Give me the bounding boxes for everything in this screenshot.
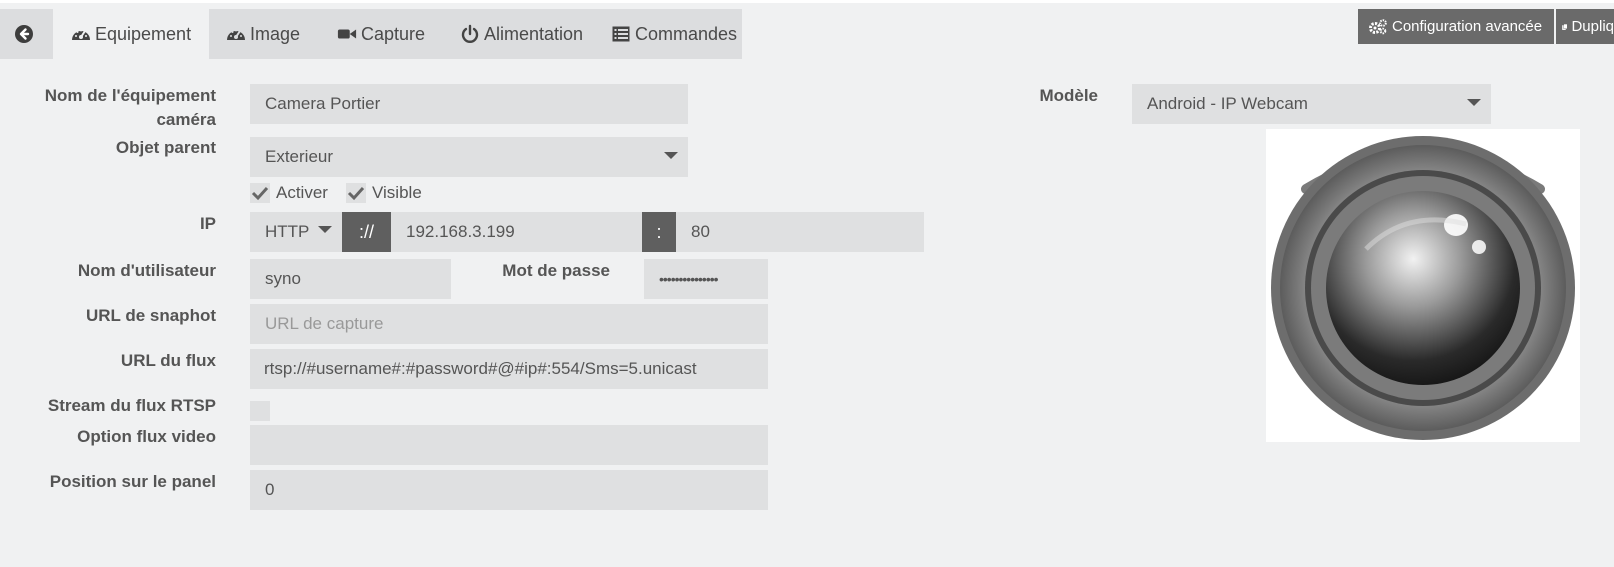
list-icon <box>611 24 631 44</box>
chevron-down-icon <box>318 226 332 233</box>
tab-label: Equipement <box>95 23 192 44</box>
tachometer-icon <box>226 24 246 44</box>
tab-label: Capture <box>361 23 426 44</box>
advanced-config-button[interactable]: Configuration avancée <box>1358 9 1554 44</box>
activate-checkbox[interactable]: Activer <box>250 183 328 203</box>
tab-capture[interactable]: Capture <box>337 9 425 59</box>
chevron-down-icon <box>664 152 678 159</box>
tab-alimentation[interactable]: Alimentation <box>460 9 583 59</box>
power-icon <box>460 24 480 44</box>
tachometer-icon <box>71 24 91 44</box>
tab-label: Alimentation <box>484 23 584 44</box>
name-input[interactable]: Camera Portier <box>250 84 688 124</box>
rtsp-label: Stream du flux RTSP <box>47 396 216 415</box>
video-option-input[interactable] <box>250 425 768 465</box>
port-separator: : <box>642 212 676 252</box>
video-camera-icon <box>337 24 357 44</box>
username-input[interactable]: syno <box>250 259 451 299</box>
stream-url-input[interactable]: rtsp://#username#:#password#@#ip#:554/Sm… <box>250 349 768 389</box>
copy-icon <box>1562 23 1568 30</box>
tab-equipement[interactable]: Equipement <box>53 9 209 59</box>
port-input[interactable]: 80 <box>676 212 924 252</box>
duplicate-label: Dupliq <box>1571 18 1614 35</box>
rtsp-checkbox[interactable] <box>250 401 270 421</box>
video-option-label: Option flux video <box>77 427 216 446</box>
model-label: Modèle <box>1039 86 1098 105</box>
username-label: Nom d'utilisateur <box>77 261 216 280</box>
stream-label: URL du flux <box>120 351 216 370</box>
parent-label: Objet parent <box>115 138 216 157</box>
check-icon <box>250 183 270 203</box>
top-strip <box>0 0 1614 3</box>
password-label: Mot de passe <box>502 261 610 280</box>
back-icon[interactable] <box>14 24 34 44</box>
snapshot-label: URL de snaphot <box>85 306 216 325</box>
ip-label: IP <box>199 214 216 233</box>
panel-position-input[interactable]: 0 <box>250 470 768 510</box>
protocol-separator: :// <box>342 212 391 252</box>
password-input[interactable]: ••••••••••••••• <box>644 259 768 299</box>
model-image <box>1266 129 1580 442</box>
panel-position-label: Position sur le panel <box>49 472 216 491</box>
tab-image[interactable]: Image <box>226 9 300 59</box>
gears-icon <box>1369 18 1387 34</box>
parent-select[interactable]: Exterieur <box>250 137 688 177</box>
snapshot-url-input[interactable]: URL de capture <box>250 304 768 344</box>
camera-lens-icon <box>1271 136 1575 440</box>
chevron-down-icon <box>1467 99 1481 106</box>
advanced-config-label: Configuration avancée <box>1392 18 1543 35</box>
tab-label: Image <box>250 23 301 44</box>
name-label: Nom de l'équipement caméra <box>44 86 216 129</box>
check-icon <box>346 183 366 203</box>
tab-commandes[interactable]: Commandes <box>611 9 737 59</box>
tab-label: Commandes <box>635 23 738 44</box>
visible-checkbox[interactable]: Visible <box>346 183 422 203</box>
ip-input[interactable]: 192.168.3.199 <box>391 212 642 252</box>
model-select[interactable]: Android - IP Webcam <box>1132 84 1491 124</box>
duplicate-button[interactable]: Dupliq <box>1556 9 1614 44</box>
protocol-select[interactable]: HTTP <box>250 212 342 252</box>
